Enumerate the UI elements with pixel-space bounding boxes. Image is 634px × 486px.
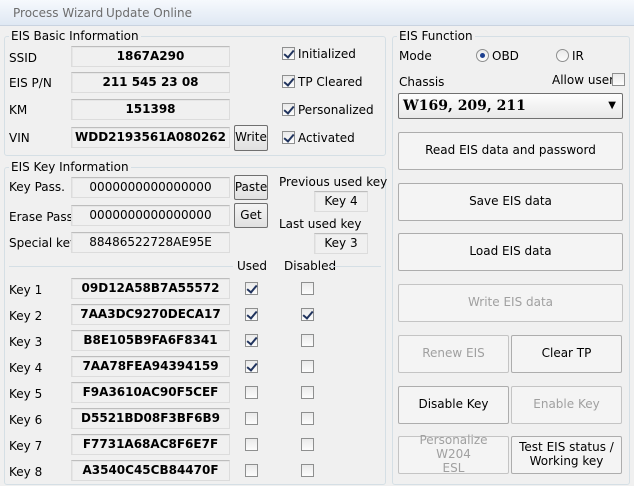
activated-label: Activated bbox=[298, 131, 355, 145]
keys-divider-right bbox=[329, 266, 381, 267]
keys-divider-left bbox=[9, 266, 233, 267]
test-line-2: Working key bbox=[529, 454, 604, 468]
chassis-select[interactable]: W169, 209, 211 ▼ bbox=[398, 93, 623, 119]
key-5-disabled-checkbox[interactable] bbox=[301, 386, 314, 399]
allow-user-checkbox[interactable] bbox=[612, 73, 625, 86]
personalize-w204-button[interactable]: Personalize W204 ESL bbox=[398, 433, 509, 475]
vin-label: VIN bbox=[9, 131, 30, 145]
prev-used-label: Previous used key bbox=[279, 175, 388, 189]
chassis-label: Chassis bbox=[399, 75, 445, 89]
pn-label: EIS P/N bbox=[9, 76, 52, 90]
test-line-1: Test EIS status / bbox=[519, 440, 614, 455]
key-2-disabled-checkbox[interactable] bbox=[301, 308, 314, 321]
obd-radio[interactable] bbox=[476, 49, 489, 62]
special-key-label: Special key bbox=[9, 236, 78, 250]
menu-process-wizard[interactable]: Process Wizard bbox=[13, 6, 103, 20]
tp-cleared-checkbox[interactable] bbox=[282, 75, 295, 88]
key-4-label: Key 4 bbox=[9, 361, 43, 375]
key-5-field[interactable]: F9A3610AC90F5CEF bbox=[71, 382, 230, 403]
chassis-value: W169, 209, 211 bbox=[403, 98, 526, 114]
key-5-label: Key 5 bbox=[9, 387, 43, 401]
initialized-label: Initialized bbox=[298, 47, 356, 61]
special-key-field[interactable]: 88486522728AE95E bbox=[71, 232, 230, 253]
ir-label: IR bbox=[572, 49, 584, 63]
ssid-field[interactable]: 1867A290 bbox=[71, 46, 230, 67]
renew-eis-button[interactable]: Renew EIS bbox=[398, 335, 509, 373]
key-8-label: Key 8 bbox=[9, 465, 43, 479]
key-6-disabled-checkbox[interactable] bbox=[301, 412, 314, 425]
obd-label: OBD bbox=[492, 49, 519, 63]
ssid-label: SSID bbox=[9, 51, 38, 65]
key-3-used-checkbox[interactable] bbox=[245, 334, 258, 347]
write-eis-button[interactable]: Write EIS data bbox=[398, 284, 623, 322]
last-used-field: Key 3 bbox=[314, 233, 368, 254]
key-7-used-checkbox[interactable] bbox=[245, 438, 258, 451]
personalized-checkbox[interactable] bbox=[282, 103, 295, 116]
ir-radio[interactable] bbox=[556, 49, 569, 62]
key-7-label: Key 7 bbox=[9, 439, 43, 453]
get-button[interactable]: Get bbox=[234, 203, 268, 228]
key-3-label: Key 3 bbox=[9, 335, 43, 349]
allow-user-label: Allow user bbox=[552, 73, 615, 87]
key-7-field[interactable]: F7731A68AC8F6E7F bbox=[71, 434, 230, 455]
key-6-field[interactable]: D5521BD08F3BF6B9 bbox=[71, 408, 230, 429]
eis-basic-title: EIS Basic Information bbox=[9, 29, 141, 43]
load-eis-button[interactable]: Load EIS data bbox=[398, 233, 623, 271]
key-4-disabled-checkbox[interactable] bbox=[301, 360, 314, 373]
erase-pass-field[interactable]: 0000000000000000 bbox=[71, 205, 230, 226]
key-pass-field[interactable]: 0000000000000000 bbox=[71, 177, 230, 198]
last-used-label: Last used key bbox=[279, 217, 362, 231]
personalize-line-1: Personalize W204 bbox=[419, 433, 488, 462]
clear-tp-button[interactable]: Clear TP bbox=[511, 335, 622, 373]
key-8-field[interactable]: A3540C45CB84470F bbox=[71, 460, 230, 481]
test-eis-status-button[interactable]: Test EIS status / Working key bbox=[511, 436, 622, 474]
enable-key-button[interactable]: Enable Key bbox=[511, 386, 622, 424]
used-header: Used bbox=[237, 259, 268, 273]
save-eis-button[interactable]: Save EIS data bbox=[398, 183, 623, 221]
key-2-label: Key 2 bbox=[9, 309, 43, 323]
key-4-used-checkbox[interactable] bbox=[245, 360, 258, 373]
key-6-used-checkbox[interactable] bbox=[245, 412, 258, 425]
menu-update-online[interactable]: Update Online bbox=[106, 6, 192, 20]
eis-function-title: EIS Function bbox=[397, 29, 475, 43]
mode-label: Mode bbox=[399, 49, 432, 63]
key-4-field[interactable]: 7AA78FEA94394159 bbox=[71, 356, 230, 377]
key-1-label: Key 1 bbox=[9, 283, 43, 297]
key-6-label: Key 6 bbox=[9, 413, 43, 427]
initialized-checkbox[interactable] bbox=[282, 47, 295, 60]
personalized-label: Personalized bbox=[298, 103, 374, 117]
menu-bar: Process Wizard Update Online bbox=[0, 0, 634, 26]
key-2-used-checkbox[interactable] bbox=[245, 308, 258, 321]
key-pass-label: Key Pass. bbox=[9, 180, 65, 194]
key-5-used-checkbox[interactable] bbox=[245, 386, 258, 399]
eis-key-title: EIS Key Information bbox=[9, 160, 131, 174]
key-1-disabled-checkbox[interactable] bbox=[301, 282, 314, 295]
pn-field[interactable]: 211 545 23 08 bbox=[71, 72, 230, 93]
key-1-field[interactable]: 09D12A58B7A55572 bbox=[71, 278, 230, 299]
km-label: KM bbox=[9, 103, 28, 117]
key-8-disabled-checkbox[interactable] bbox=[301, 464, 314, 477]
key-3-disabled-checkbox[interactable] bbox=[301, 334, 314, 347]
tp-cleared-label: TP Cleared bbox=[298, 75, 363, 89]
key-2-field[interactable]: 7AA3DC9270DECA17 bbox=[71, 304, 230, 325]
personalize-line-2: ESL bbox=[442, 460, 465, 475]
erase-pass-label: Erase Pass. bbox=[9, 210, 77, 224]
activated-checkbox[interactable] bbox=[282, 131, 295, 144]
disable-key-button[interactable]: Disable Key bbox=[398, 386, 509, 424]
prev-used-field: Key 4 bbox=[314, 191, 368, 212]
key-3-field[interactable]: B8E105B9FA6F8341 bbox=[71, 330, 230, 351]
key-7-disabled-checkbox[interactable] bbox=[301, 438, 314, 451]
key-8-used-checkbox[interactable] bbox=[245, 464, 258, 477]
paste-button[interactable]: Paste bbox=[234, 175, 268, 200]
km-field[interactable]: 151398 bbox=[71, 99, 230, 120]
chevron-down-icon: ▼ bbox=[608, 100, 616, 111]
write-vin-button[interactable]: Write bbox=[234, 125, 268, 151]
read-eis-button[interactable]: Read EIS data and password bbox=[398, 132, 623, 170]
vin-field[interactable]: WDD2193561A080262 bbox=[71, 127, 230, 148]
key-1-used-checkbox[interactable] bbox=[245, 282, 258, 295]
